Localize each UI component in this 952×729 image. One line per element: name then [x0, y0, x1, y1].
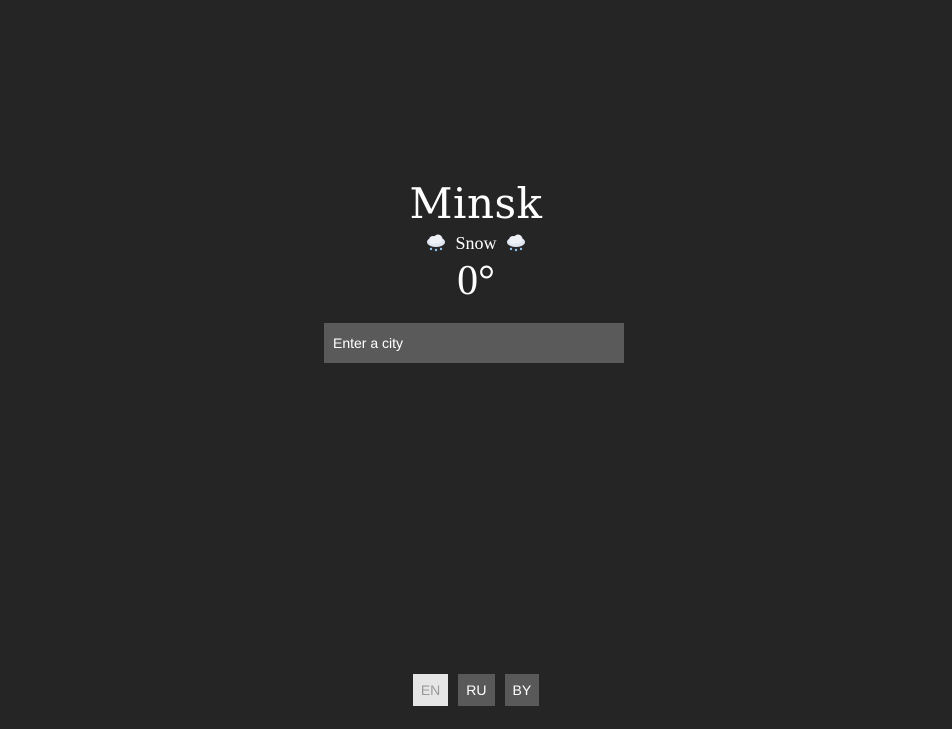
lang-button-by[interactable]: BY: [504, 674, 540, 706]
weather-panel: Minsk Snow 0°: [0, 179, 952, 305]
app-page: Minsk Snow 0° EN RU: [0, 0, 952, 729]
city-name: Minsk: [409, 179, 543, 228]
condition-label: Snow: [455, 233, 497, 253]
cloud-snow-icon: [506, 234, 525, 252]
lang-button-en[interactable]: EN: [412, 674, 449, 706]
lang-button-ru[interactable]: RU: [458, 674, 495, 706]
cloud-snow-icon: [427, 234, 446, 252]
temperature: 0°: [457, 258, 495, 304]
language-switcher: EN RU BY: [0, 674, 952, 706]
weather-condition: Snow: [425, 232, 526, 254]
city-search-input[interactable]: [324, 323, 624, 363]
